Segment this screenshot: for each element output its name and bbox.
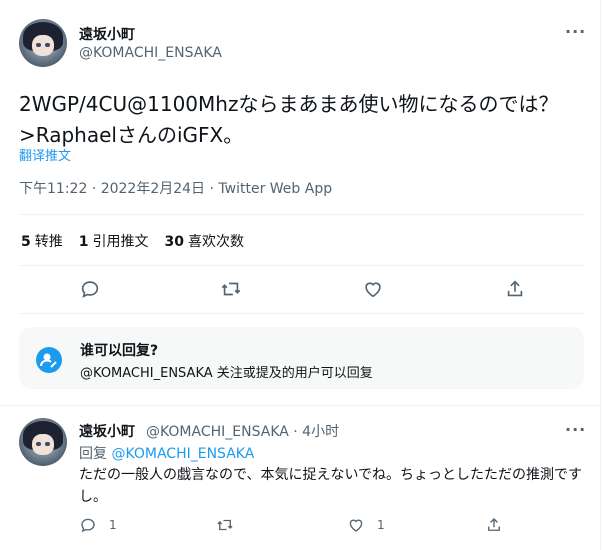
reply-reply-count: 1 [109, 518, 117, 532]
author-handle[interactable]: @KOMACHI_ENSAKA [79, 45, 222, 61]
reply-restriction-description: @KOMACHI_ENSAKA 关注或提及的用户可以回复 [80, 366, 373, 381]
reply-retweet-button[interactable] [216, 516, 246, 534]
at-user-icon [36, 347, 62, 373]
reply-like-count: 1 [377, 518, 385, 532]
reply-icon[interactable] [79, 278, 101, 300]
author-name[interactable]: 遠坂小町 [79, 24, 135, 44]
more-options-icon[interactable]: ··· [565, 22, 586, 41]
reply-like-button[interactable]: 1 [347, 516, 385, 534]
reply-reply-button[interactable]: 1 [79, 516, 117, 534]
retweet-icon [217, 519, 233, 531]
tweet-stats: 5 转推 1 引用推文 30 喜欢次数 [21, 231, 260, 251]
likes-count[interactable]: 30 [165, 234, 184, 250]
reply-author-avatar[interactable] [19, 418, 67, 466]
tweet-meta[interactable]: 下午11:22 · 2022年2月24日 · Twitter Web App [19, 178, 332, 198]
replying-to-prefix: 回复 [79, 446, 107, 462]
quotes-label[interactable]: 引用推文 [93, 234, 149, 250]
tweet-detail-panel: 遠坂小町 @KOMACHI_ENSAKA ··· 2WGP/4CU@1100Mh… [0, 0, 601, 550]
reply-handle-time[interactable]: @KOMACHI_ENSAKA · 4小时 [146, 421, 339, 441]
reply-restriction-title: 谁可以回复? [80, 343, 159, 359]
divider [19, 313, 584, 314]
divider [19, 214, 584, 215]
reply-author-name[interactable]: 遠坂小町 [79, 421, 135, 441]
replying-to-handle[interactable]: @KOMACHI_ENSAKA [111, 446, 254, 462]
reply-more-options-icon[interactable]: ··· [565, 420, 586, 439]
reply-share-button[interactable] [485, 516, 515, 534]
divider [0, 405, 601, 406]
quotes-count[interactable]: 1 [79, 234, 89, 250]
like-icon [349, 519, 363, 532]
divider [19, 265, 584, 266]
translate-tweet-link[interactable]: 翻译推文 [19, 145, 71, 164]
retweets-label[interactable]: 转推 [35, 234, 63, 250]
likes-label[interactable]: 喜欢次数 [188, 234, 244, 250]
replying-to: 回复 @KOMACHI_ENSAKA [79, 443, 254, 463]
author-avatar[interactable] [19, 19, 67, 67]
retweet-icon[interactable] [220, 278, 242, 300]
retweets-count[interactable]: 5 [21, 234, 31, 250]
reply-icon [81, 518, 95, 533]
like-icon[interactable] [362, 278, 384, 300]
reply-text: ただの一般人の戯言なので、本気に捉えないでね。ちょっとしたただの推測ですし。 [79, 467, 583, 505]
reply-restriction-box: 谁可以回复? @KOMACHI_ENSAKA 关注或提及的用户可以回复 [19, 327, 584, 389]
share-icon[interactable] [504, 278, 526, 300]
tweet-text: 2WGP/4CU@1100Mhzならまあまあ使い物になるのでは？ >Raphae… [19, 92, 559, 147]
share-icon [488, 518, 500, 531]
